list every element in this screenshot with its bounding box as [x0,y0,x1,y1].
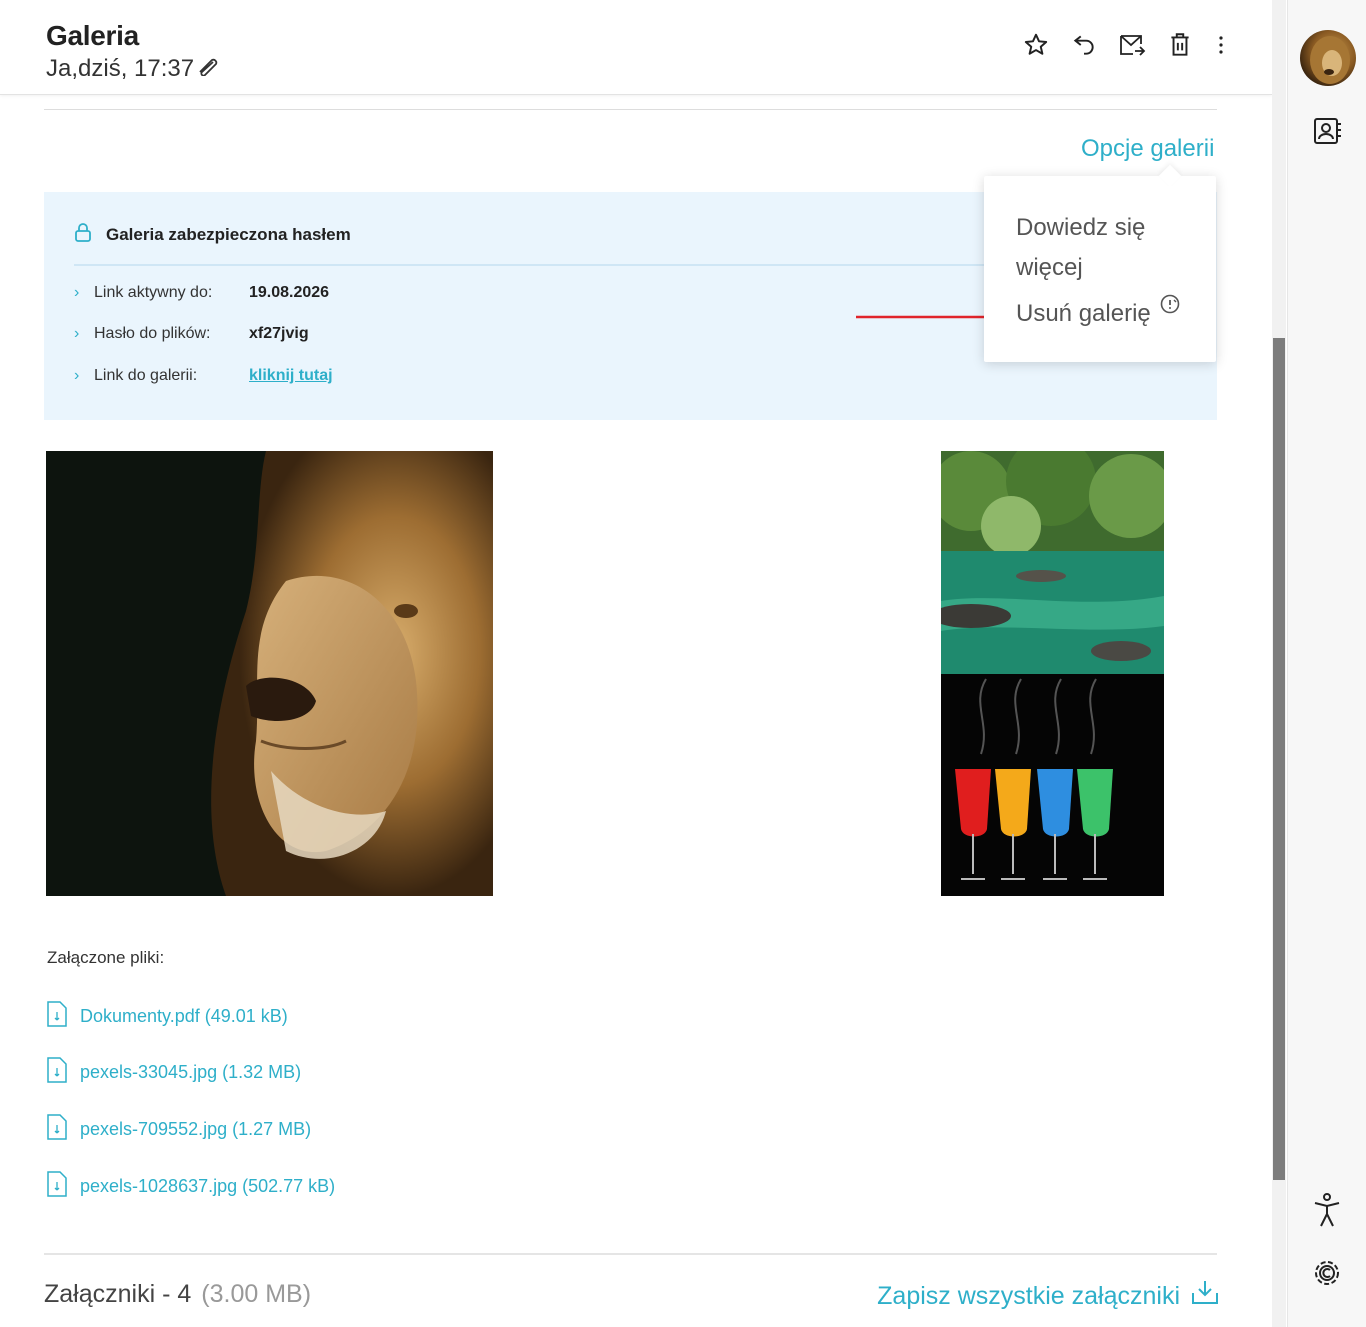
info-icon [1159,288,1181,328]
menu-item-text: Usuń galerię [1016,300,1151,327]
info-row-value: xf27jvig [249,325,309,342]
menu-item-delete-gallery[interactable]: Usuń galerię [1016,294,1181,334]
attachment-name: pexels-709552.jpg (1.27 MB) [80,1119,312,1139]
menu-item-learn-more[interactable]: Dowiedz się więcej [1016,208,1145,288]
file-icon [46,1113,68,1146]
right-sidebar [1287,0,1366,1327]
file-icon [46,1170,68,1203]
info-row-label: Link aktywny do: [94,284,213,301]
attachments-size: (3.00 MB) [201,1280,312,1308]
sender-date: Ja,dziś, 17:37 [46,54,195,82]
lock-icon [74,222,92,247]
message-meta: Ja,dziś, 17:37 [46,54,222,83]
file-icon [46,1056,68,1089]
info-row: › Link aktywny do: 19.08.2026 [74,284,329,302]
gallery-link[interactable]: kliknij tutaj [249,367,333,385]
info-heading-text: Galeria zabezpieczona hasłem [106,224,351,244]
gallery-options-link[interactable]: Opcje galerii [1081,135,1214,163]
page-title: Galeria [46,20,139,51]
attachment-item[interactable]: Dokumenty.pdf (49.01 kB) [46,1000,288,1033]
chevron-right-icon: › [74,325,80,342]
menu-item-text: Dowiedz się [1016,214,1146,241]
footer-divider [44,1253,1217,1255]
file-icon [46,1000,68,1033]
accessibility-icon[interactable] [1310,1193,1344,1227]
attachment-name: pexels-33045.jpg (1.32 MB) [80,1062,302,1082]
info-divider [74,264,994,266]
chevron-right-icon: › [74,367,80,384]
settings-icon[interactable] [1310,1256,1344,1290]
move-mail-icon[interactable] [1118,30,1146,60]
attachment-name: Dokumenty.pdf (49.01 kB) [80,1006,288,1026]
info-heading: Galeria zabezpieczona hasłem [74,222,351,247]
top-divider [44,109,1217,110]
chevron-right-icon: › [74,284,80,301]
menu-item-text: więcej [1016,254,1083,281]
scrollbar-thumb[interactable] [1273,338,1285,1180]
gallery-image-river[interactable] [941,451,1164,674]
attachments-summary: Załączniki - 4 (3.00 MB) [44,1280,311,1309]
delete-icon[interactable] [1166,30,1194,60]
info-row: › Hasło do plików: xf27jvig [74,325,309,343]
avatar[interactable] [1300,30,1356,86]
paperclip-icon [196,54,222,83]
gallery-image-drinks[interactable] [941,674,1164,896]
info-row-value: 19.08.2026 [249,284,330,301]
message-toolbar [1022,30,1228,60]
gallery-options-menu: Dowiedz się więcej Usuń galerię [984,176,1216,362]
attachment-item[interactable]: pexels-1028637.jpg (502.77 kB) [46,1170,335,1203]
attachment-item[interactable]: pexels-33045.jpg (1.32 MB) [46,1056,301,1089]
attachments-label: Załączone pliki: [47,948,165,967]
star-icon[interactable] [1022,30,1050,60]
attachments-count: Załączniki - 4 [44,1280,192,1308]
info-row: › Link do galerii: kliknij tutaj [74,367,333,385]
info-row-label: Link do galerii: [94,367,198,384]
save-all-label: Zapisz wszystkie załączniki [877,1282,1180,1310]
info-row-label: Hasło do plików: [94,325,211,342]
message-header: Galeria Ja,dziś, 17:37 [0,0,1272,95]
undo-icon[interactable] [1070,30,1098,60]
download-icon [1190,1279,1220,1314]
save-all-attachments-button[interactable]: Zapisz wszystkie załączniki [877,1279,1220,1314]
gallery-image-lion[interactable] [46,451,493,896]
contacts-icon[interactable] [1310,114,1344,148]
attachment-item[interactable]: pexels-709552.jpg (1.27 MB) [46,1113,311,1146]
attachment-name: pexels-1028637.jpg (502.77 kB) [80,1176,336,1196]
more-vertical-icon[interactable] [1214,30,1228,60]
